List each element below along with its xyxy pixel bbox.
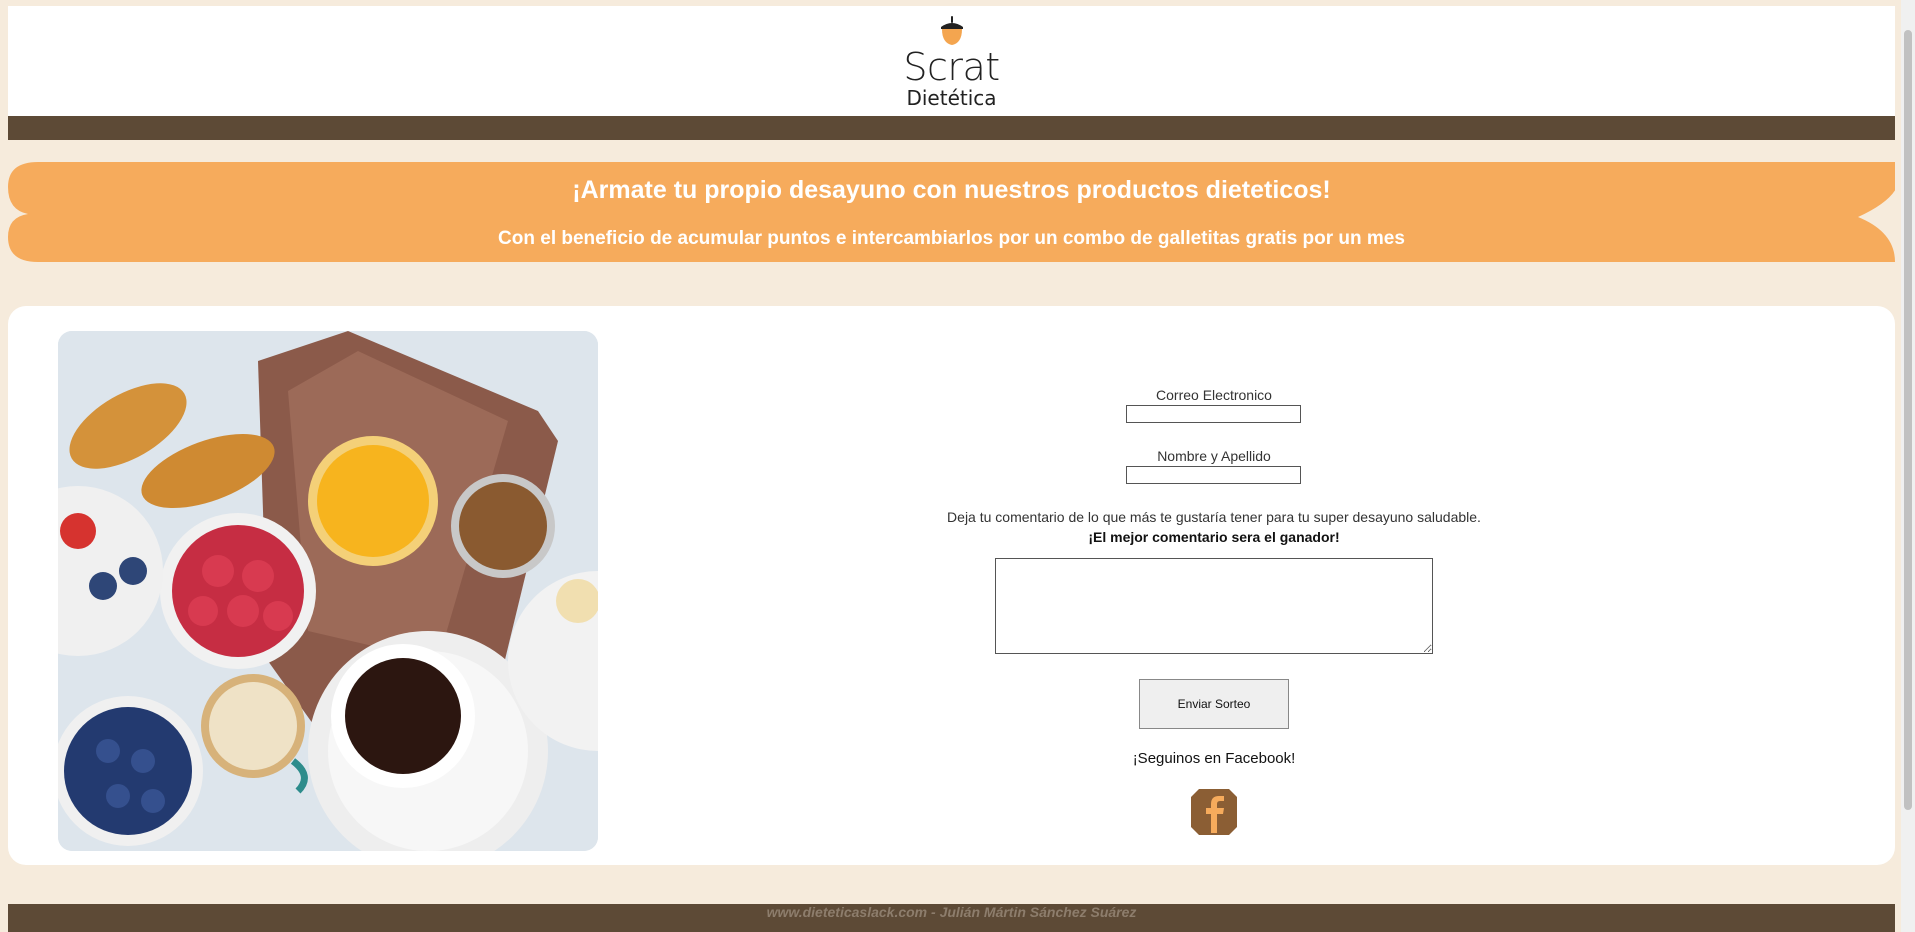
email-label: Correo Electronico bbox=[1156, 387, 1272, 403]
brand-name: Scrat bbox=[903, 45, 1000, 89]
name-field[interactable] bbox=[1126, 466, 1301, 484]
email-field[interactable] bbox=[1126, 405, 1301, 423]
submit-button[interactable]: Enviar Sorteo bbox=[1139, 679, 1289, 729]
acorn-icon bbox=[940, 16, 963, 45]
banner-subline: Con el beneficio de acumular puntos e in… bbox=[498, 228, 1405, 249]
logo[interactable]: Scrat Dietética bbox=[8, 16, 1895, 110]
nav-bar bbox=[8, 116, 1895, 140]
comment-note-winner: ¡El mejor comentario sera el ganador! bbox=[1088, 529, 1340, 545]
content-card: Correo Electronico Nombre y Apellido Dej… bbox=[8, 306, 1895, 865]
brand-subtitle: Dietética bbox=[906, 86, 997, 110]
name-label: Nombre y Apellido bbox=[1157, 448, 1271, 464]
facebook-icon[interactable] bbox=[1191, 789, 1237, 835]
promo-banner: ¡Armate tu propio desayuno con nuestros … bbox=[8, 162, 1895, 264]
banner-headline: ¡Armate tu propio desayuno con nuestros … bbox=[572, 176, 1331, 204]
scrollbar-thumb[interactable] bbox=[1904, 30, 1912, 810]
breakfast-image bbox=[58, 331, 598, 851]
footer: www.dieteticaslack.com - Julián Mártin S… bbox=[8, 904, 1895, 932]
comment-note: Deja tu comentario de lo que más te gust… bbox=[947, 509, 1481, 525]
follow-text: ¡Seguinos en Facebook! bbox=[1132, 750, 1296, 767]
raffle-form: Correo Electronico Nombre y Apellido Dej… bbox=[874, 306, 1554, 865]
scrollbar[interactable] bbox=[1901, 0, 1915, 932]
comment-textarea[interactable] bbox=[995, 558, 1433, 654]
page: Scrat Dietética ¡Armate tu propio desayu… bbox=[8, 0, 1895, 932]
footer-credit: www.dieteticaslack.com - Julián Mártin S… bbox=[766, 904, 1137, 920]
header: Scrat Dietética bbox=[8, 6, 1895, 116]
